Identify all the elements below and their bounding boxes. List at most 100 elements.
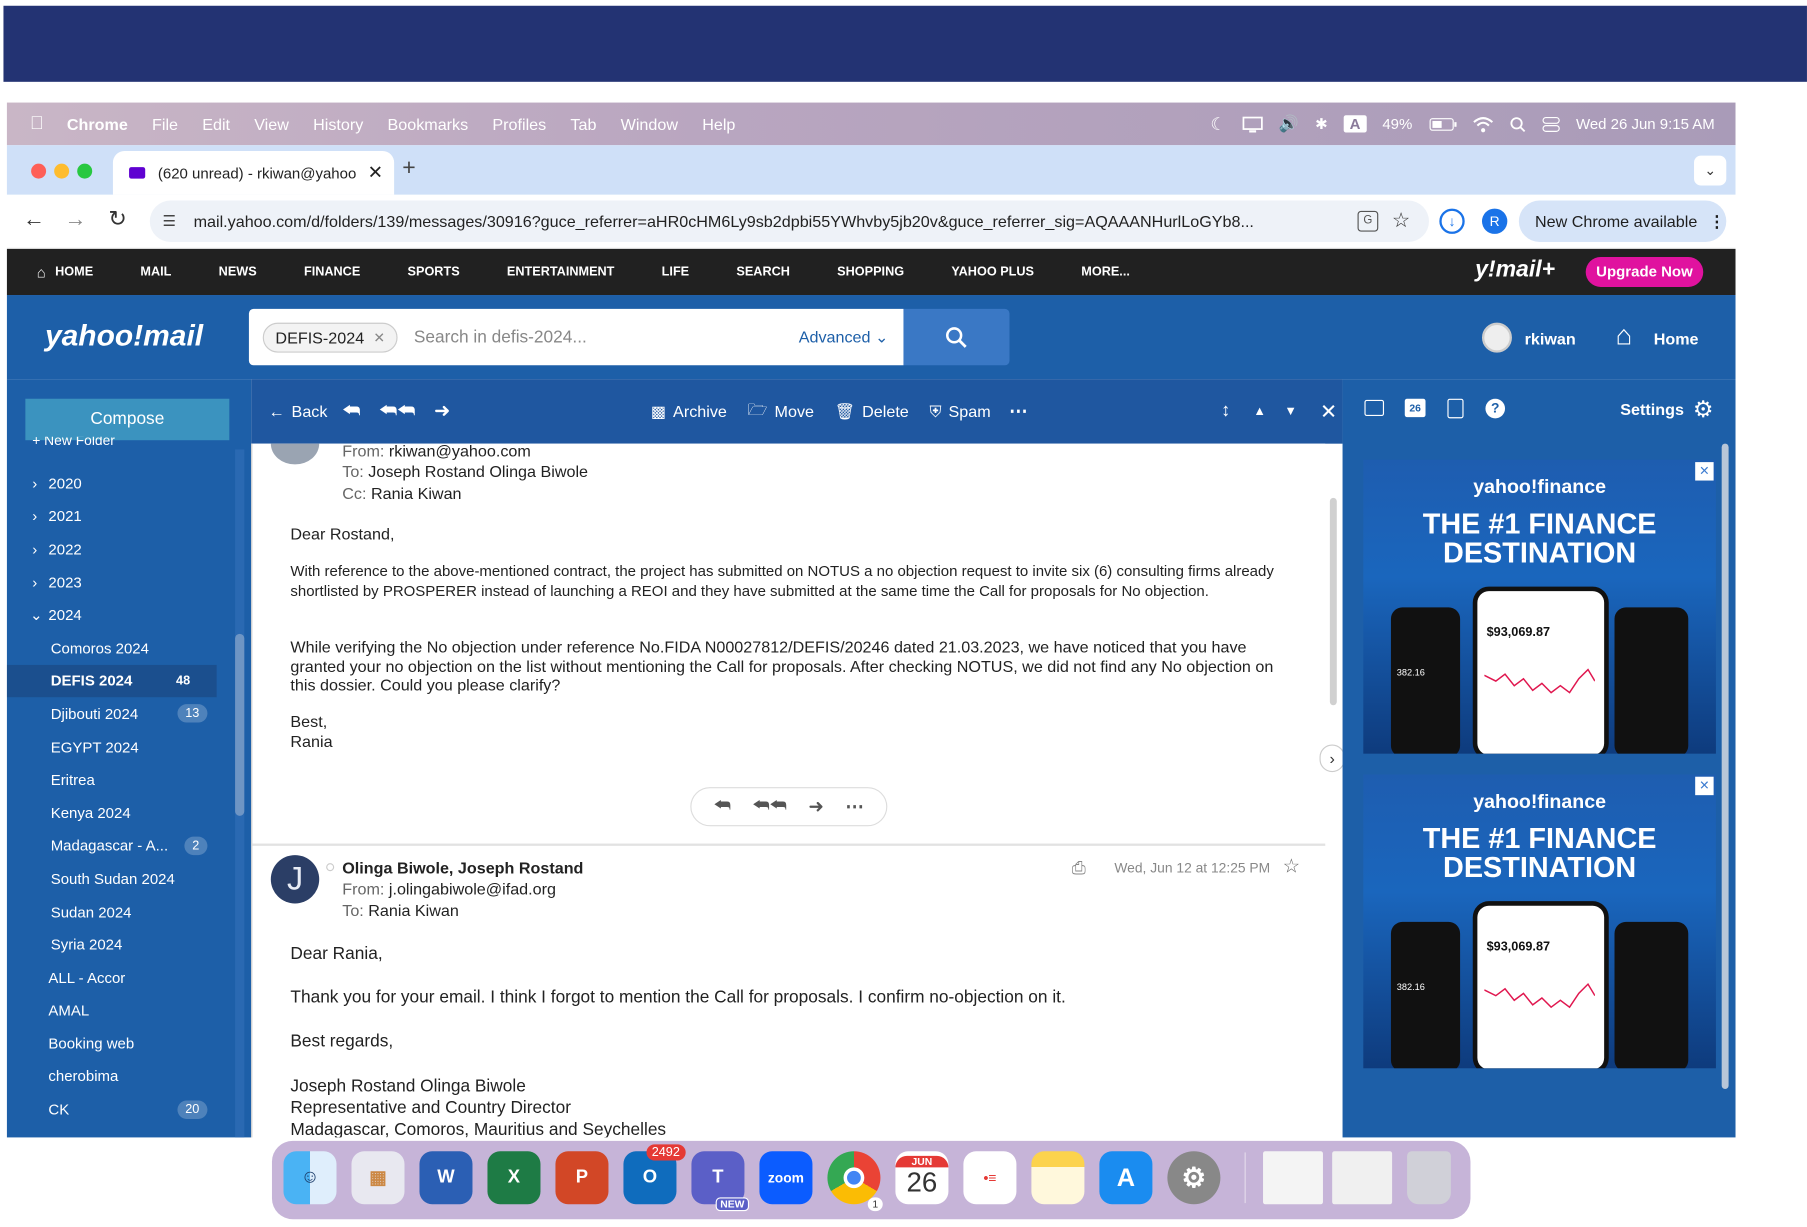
close-window-dot[interactable]: [31, 163, 47, 179]
folder-defis-2024[interactable]: DEFIS 2024 48: [6, 664, 217, 698]
archive-button[interactable]: ▩ Archive: [651, 402, 727, 422]
nav-yahoo-plus[interactable]: YAHOO PLUS: [951, 265, 1034, 279]
folder-year-2020[interactable]: › 2020: [7, 467, 233, 500]
zoom-window-dot[interactable]: [77, 163, 93, 179]
search-box[interactable]: DEFIS-2024 ✕ Search in defis-2024... Adv…: [248, 308, 904, 366]
compose-button[interactable]: Compose: [25, 398, 230, 441]
move-button[interactable]: 🗁 Move: [748, 398, 814, 426]
recent-document-icon[interactable]: [1263, 1151, 1323, 1205]
close-message-icon[interactable]: ✕: [1320, 399, 1337, 423]
reload-icon[interactable]: ↻: [108, 206, 126, 233]
scrollbar-thumb[interactable]: [235, 633, 245, 816]
contacts-icon[interactable]: [1364, 399, 1385, 417]
nav-sports[interactable]: SPORTS: [408, 265, 460, 279]
from-address[interactable]: j.olingabiwole@ifad.org: [389, 879, 556, 897]
url-field[interactable]: ☰ mail.yahoo.com/d/folders/139/messages/…: [149, 200, 1429, 243]
more-actions-icon[interactable]: ⋯: [1009, 400, 1027, 423]
folder-madagascar[interactable]: Madagascar - A... 2: [7, 829, 233, 862]
clock[interactable]: Wed 26 Jun 9:15 AM: [1576, 115, 1715, 132]
folder-ck[interactable]: CK 20: [7, 1093, 233, 1126]
user-name[interactable]: rkiwan: [1525, 330, 1576, 348]
settings-button[interactable]: Settings: [1620, 400, 1684, 418]
moon-icon[interactable]: ☾: [1210, 114, 1226, 135]
trash-icon[interactable]: [1407, 1151, 1451, 1205]
site-settings-icon[interactable]: ☰: [162, 212, 175, 230]
apple-icon[interactable]: : [30, 114, 44, 135]
reply-all-icon[interactable]: ⮪⮪: [752, 796, 786, 817]
reply-all-icon[interactable]: ⮪⮪: [379, 400, 415, 423]
expand-collapse-icon[interactable]: ↕: [1221, 401, 1230, 422]
launchpad-icon[interactable]: ▦: [351, 1151, 405, 1205]
nav-search[interactable]: SEARCH: [736, 265, 790, 279]
message2-sender[interactable]: Olinga Biwole, Joseph Rostand: [342, 859, 583, 878]
nav-life[interactable]: LIFE: [662, 265, 689, 279]
nav-home[interactable]: HOME: [55, 265, 93, 279]
menu-edit[interactable]: Edit: [202, 115, 230, 133]
more-icon[interactable]: ⋯: [845, 795, 863, 818]
reading-pane-scrollbar[interactable]: [1329, 497, 1337, 706]
notepad-icon[interactable]: [1447, 398, 1464, 419]
menu-tab[interactable]: Tab: [570, 115, 596, 133]
spotlight-icon[interactable]: [1509, 116, 1525, 132]
collapse-panel-icon[interactable]: ›: [1319, 744, 1345, 773]
new-tab-icon[interactable]: +: [402, 156, 415, 183]
nav-entertainment[interactable]: ENTERTAINMENT: [507, 265, 615, 279]
advanced-search-button[interactable]: Advanced ⌄: [799, 327, 889, 347]
system-settings-icon[interactable]: ⚙: [1167, 1151, 1221, 1205]
battery-percent[interactable]: 49%: [1382, 115, 1412, 132]
yahoo-mail-logo[interactable]: yahoo!mail: [45, 318, 203, 354]
user-avatar-icon[interactable]: [1481, 322, 1512, 353]
sender-avatar[interactable]: J: [270, 855, 320, 904]
back-button[interactable]: ← Back: [269, 402, 328, 420]
print-icon[interactable]: ⎙: [1072, 859, 1086, 879]
folder-south-sudan-2024[interactable]: South Sudan 2024: [7, 862, 233, 895]
menu-history[interactable]: History: [313, 115, 363, 133]
nav-finance[interactable]: FINANCE: [304, 265, 360, 279]
tab-close-icon[interactable]: ✕: [368, 161, 383, 184]
folder-year-2024[interactable]: ⌄ 2024: [7, 599, 233, 632]
home-link[interactable]: Home: [1654, 330, 1699, 348]
app-store-icon[interactable]: A: [1099, 1151, 1153, 1205]
folder-year-2021[interactable]: › 2021: [7, 500, 233, 533]
display-icon[interactable]: [1242, 116, 1263, 132]
bluetooth-icon[interactable]: ✱: [1315, 115, 1328, 133]
menu-profiles[interactable]: Profiles: [492, 115, 546, 133]
folder-djibouti-2024[interactable]: Djibouti 2024 13: [7, 697, 233, 730]
nav-shopping[interactable]: SHOPPING: [837, 265, 904, 279]
folder-syria-2024[interactable]: Syria 2024: [7, 928, 233, 961]
folder-egypt-2024[interactable]: EGYPT 2024: [7, 730, 233, 763]
home-icon[interactable]: ⌂: [37, 263, 46, 280]
tab-yahoo-mail[interactable]: (620 unread) - rkiwan@yahoo ✕: [112, 150, 395, 195]
calendar-icon[interactable]: JUN 26: [895, 1151, 949, 1205]
folder-comoros-2024[interactable]: Comoros 2024: [7, 631, 233, 664]
help-icon[interactable]: ?: [1485, 398, 1506, 419]
gear-icon[interactable]: ⚙: [1693, 395, 1714, 424]
excel-icon[interactable]: X: [487, 1151, 541, 1205]
unread-dot[interactable]: [326, 863, 335, 872]
reply-icon[interactable]: ⮪: [714, 796, 731, 817]
kebab-menu-icon[interactable]: ⋮: [1709, 211, 1725, 231]
finance-ad-2[interactable]: ✕ yahoo!finance THE #1 FINANCE DESTINATI…: [1363, 774, 1716, 1069]
cc-address[interactable]: Rania Kiwan: [371, 484, 462, 502]
chrome-icon[interactable]: 1: [827, 1151, 883, 1212]
new-folder-link[interactable]: + New Folder: [32, 437, 115, 449]
menu-window[interactable]: Window: [621, 115, 678, 133]
star-icon[interactable]: ☆: [1283, 855, 1301, 878]
home-icon[interactable]: ⌂: [1616, 320, 1633, 352]
delete-button[interactable]: 🗑 Delete: [835, 402, 909, 422]
downloads-icon[interactable]: ↓: [1439, 208, 1465, 234]
search-button[interactable]: [903, 308, 1010, 366]
menu-file[interactable]: File: [152, 115, 178, 133]
folder-kenya-2024[interactable]: Kenya 2024: [7, 796, 233, 829]
nav-news[interactable]: NEWS: [219, 265, 257, 279]
folder-all-accor[interactable]: ALL - Accor: [7, 961, 233, 994]
sidebar-scrollbar[interactable]: [235, 449, 245, 1138]
word-icon[interactable]: W: [419, 1151, 473, 1205]
previous-message-icon[interactable]: ▲: [1253, 404, 1266, 418]
folder-eritrea[interactable]: Eritrea: [7, 763, 233, 796]
nav-mail[interactable]: MAIL: [140, 265, 171, 279]
back-arrow-icon[interactable]: ←: [23, 207, 45, 232]
calendar-icon[interactable]: 26: [1404, 398, 1426, 418]
bookmark-star-icon[interactable]: ☆: [1392, 209, 1411, 233]
input-source-icon[interactable]: A: [1343, 115, 1367, 133]
